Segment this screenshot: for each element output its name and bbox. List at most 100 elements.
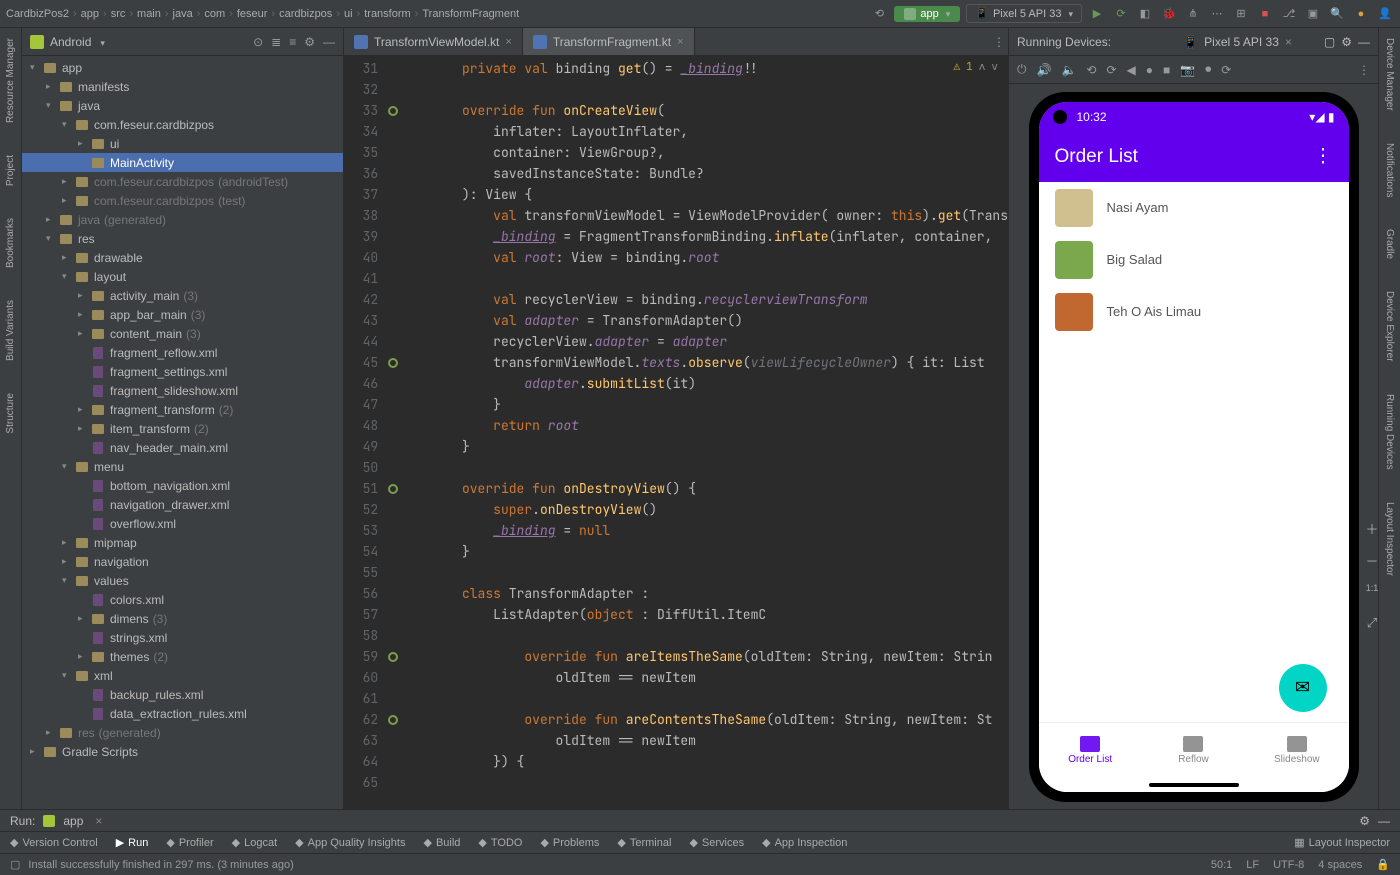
- expand-icon[interactable]: ≣: [271, 35, 281, 49]
- tree-arrow-icon[interactable]: ▸: [46, 727, 58, 738]
- override-gutter-icon[interactable]: [388, 106, 398, 116]
- tool-rail-button[interactable]: Build Variants: [5, 294, 16, 367]
- tree-arrow-icon[interactable]: ▸: [78, 613, 90, 624]
- tool-rail-button[interactable]: Project: [5, 149, 16, 192]
- breadcrumb-item[interactable]: TransformFragment: [422, 8, 519, 20]
- gear-icon[interactable]: ⚙: [304, 35, 315, 49]
- tool-rail-button[interactable]: Running Devices: [1384, 388, 1395, 476]
- status-icon[interactable]: ▢: [10, 858, 20, 871]
- tree-arrow-icon[interactable]: ▸: [62, 252, 74, 263]
- prev-warning-icon[interactable]: ʌ: [979, 60, 986, 74]
- tree-item[interactable]: ▸themes(2): [22, 647, 343, 666]
- bottom-tool-button[interactable]: ◆Version Control: [10, 836, 98, 849]
- profile-icon[interactable]: ◧: [1136, 5, 1154, 23]
- breadcrumb-item[interactable]: ui: [344, 8, 353, 20]
- tree-item[interactable]: ▾layout: [22, 267, 343, 286]
- breadcrumb-item[interactable]: feseur: [237, 8, 268, 20]
- record-icon[interactable]: ⏺: [1205, 62, 1211, 77]
- tree-item[interactable]: ▾xml: [22, 666, 343, 685]
- tree-item[interactable]: nav_header_main.xml: [22, 438, 343, 457]
- layout-inspector-tool[interactable]: ▦ Layout Inspector: [1294, 836, 1390, 849]
- order-list-item[interactable]: Big Salad: [1039, 234, 1349, 286]
- breadcrumb-item[interactable]: transform: [364, 8, 410, 20]
- tree-arrow-icon[interactable]: ▸: [46, 81, 58, 92]
- tree-arrow-icon[interactable]: ▸: [78, 651, 90, 662]
- run-config-selector[interactable]: app: [894, 6, 960, 22]
- user-icon[interactable]: 👤: [1376, 5, 1394, 23]
- zoom-reset-icon[interactable]: ⤢: [1364, 615, 1380, 631]
- close-tab-icon[interactable]: ×: [677, 36, 683, 48]
- line-ending[interactable]: LF: [1246, 859, 1259, 871]
- minimize-icon[interactable]: —: [1358, 35, 1370, 49]
- tree-item[interactable]: ▸app_bar_main(3): [22, 305, 343, 324]
- tree-arrow-icon[interactable]: ▾: [62, 119, 74, 130]
- settings-icon[interactable]: ●: [1352, 5, 1370, 23]
- tree-item[interactable]: ▸com.feseur.cardbizpos(test): [22, 191, 343, 210]
- tree-item[interactable]: ▸dimens(3): [22, 609, 343, 628]
- bottom-tool-button[interactable]: ◆Profiler: [166, 836, 213, 849]
- zoom-out-icon[interactable]: －: [1364, 551, 1380, 567]
- tree-arrow-icon[interactable]: ▸: [78, 138, 90, 149]
- snapshot-icon[interactable]: ⟳: [1221, 63, 1231, 77]
- rotate-right-icon[interactable]: ⟳: [1106, 63, 1116, 77]
- tree-item[interactable]: ▸java(generated): [22, 210, 343, 229]
- line-number-gutter[interactable]: 3132333435363738394041424344454647484950…: [344, 56, 386, 809]
- close-tab-icon[interactable]: ×: [505, 36, 511, 48]
- file-encoding[interactable]: UTF-8: [1273, 859, 1304, 871]
- tree-arrow-icon[interactable]: ▸: [62, 195, 74, 206]
- overflow-menu-icon[interactable]: ⋮: [1314, 145, 1333, 168]
- editor-tab[interactable]: TransformFragment.kt×: [523, 28, 695, 55]
- bottom-tool-button[interactable]: ◆TODO: [478, 836, 522, 849]
- bottom-tool-button[interactable]: ◆Services: [689, 836, 744, 849]
- breadcrumb-item[interactable]: app: [81, 8, 99, 20]
- tree-item[interactable]: ▸navigation: [22, 552, 343, 571]
- tree-item[interactable]: ▸com.feseur.cardbizpos(androidTest): [22, 172, 343, 191]
- back-icon[interactable]: ◀: [1127, 63, 1136, 77]
- tree-item[interactable]: strings.xml: [22, 628, 343, 647]
- tree-item[interactable]: ▸activity_main(3): [22, 286, 343, 305]
- bottom-nav-item[interactable]: Slideshow: [1245, 723, 1348, 778]
- breadcrumb-item[interactable]: com: [204, 8, 225, 20]
- target-icon[interactable]: ⊙: [253, 35, 263, 49]
- bottom-nav-item[interactable]: Reflow: [1142, 723, 1245, 778]
- run-panel-config[interactable]: app: [63, 814, 83, 828]
- terminal-icon[interactable]: ▣: [1304, 5, 1322, 23]
- tree-arrow-icon[interactable]: ▸: [30, 746, 42, 757]
- tree-arrow-icon[interactable]: ▾: [62, 271, 74, 282]
- tree-arrow-icon[interactable]: ▸: [78, 290, 90, 301]
- run-icon[interactable]: ▶: [1088, 5, 1106, 23]
- tree-arrow-icon[interactable]: ▸: [46, 214, 58, 225]
- rotate-left-icon[interactable]: ⟲: [1086, 63, 1096, 77]
- tree-item[interactable]: ▸mipmap: [22, 533, 343, 552]
- code-content[interactable]: private val binding get() = _binding!! o…: [400, 56, 1008, 809]
- tree-item[interactable]: fragment_settings.xml: [22, 362, 343, 381]
- tree-item[interactable]: bottom_navigation.xml: [22, 476, 343, 495]
- tree-item[interactable]: overflow.xml: [22, 514, 343, 533]
- breadcrumb-item[interactable]: CardbizPos2: [6, 8, 69, 20]
- project-tree[interactable]: ▾app▸manifests▾java▾com.feseur.cardbizpo…: [22, 56, 343, 809]
- editor-tab[interactable]: TransformViewModel.kt×: [344, 28, 523, 55]
- tree-arrow-icon[interactable]: ▾: [62, 670, 74, 681]
- tool-rail-button[interactable]: Device Explorer: [1384, 285, 1395, 368]
- readonly-lock-icon[interactable]: 🔒: [1376, 858, 1390, 871]
- override-gutter-icon[interactable]: [388, 652, 398, 662]
- tree-item[interactable]: backup_rules.xml: [22, 685, 343, 704]
- tree-item[interactable]: MainActivity: [22, 153, 343, 172]
- power-icon[interactable]: ⏻: [1017, 62, 1027, 77]
- editor-warnings[interactable]: ⚠ 1 ʌ v: [954, 60, 998, 74]
- zoom-in-icon[interactable]: ＋: [1364, 519, 1380, 535]
- tree-item[interactable]: ▸fragment_transform(2): [22, 400, 343, 419]
- gear-icon[interactable]: ⚙: [1359, 814, 1370, 828]
- device-tab-label[interactable]: Pixel 5 API 33: [1204, 35, 1279, 49]
- breadcrumb-item[interactable]: src: [111, 8, 126, 20]
- bottom-tool-button[interactable]: ◆Terminal: [617, 836, 671, 849]
- close-device-icon[interactable]: ×: [1285, 35, 1292, 49]
- tree-item[interactable]: ▸ui: [22, 134, 343, 153]
- volume-down-icon[interactable]: 🔈: [1061, 63, 1076, 77]
- tree-arrow-icon[interactable]: ▸: [62, 537, 74, 548]
- tree-item[interactable]: fragment_reflow.xml: [22, 343, 343, 362]
- tree-arrow-icon[interactable]: ▾: [46, 100, 58, 111]
- tree-arrow-icon[interactable]: ▸: [78, 328, 90, 339]
- tree-arrow-icon[interactable]: ▸: [62, 176, 74, 187]
- tree-arrow-icon[interactable]: ▾: [62, 575, 74, 586]
